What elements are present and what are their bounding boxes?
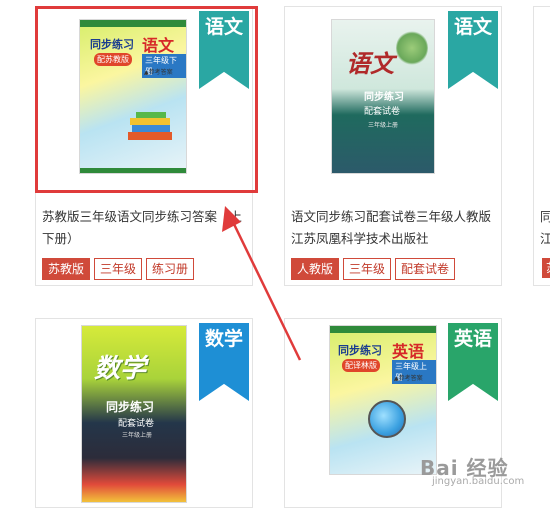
book-card-3[interactable]: 数学 同步练习 配套试卷 三年级上册 数学 [35,318,253,508]
cover-sub2: 配套试卷 [364,107,401,117]
selection-highlight [35,6,258,193]
book-cover-image: 语文 同步练习 配套试卷 三年级上册 [331,19,435,174]
book-card-2[interactable]: 语文 同步练习 配套试卷 三年级上册 语文 语文同步练习配套试卷三年级人教版江苏… [284,6,502,286]
cover-grade: 三年级上册 [122,432,153,439]
book-title[interactable]: 语文同步练习配套试卷三年级人教版江苏凤凰科学技术出版社 [291,206,501,250]
book-card-partial[interactable]: 同 江 苏 [533,6,550,286]
cover-subject: 英语 [392,342,425,361]
subject-ribbon: 数学 [199,323,249,401]
tag-edition[interactable]: 苏教版 [42,258,91,280]
globe-illustration [368,400,406,438]
watermark-url: jingyan.baidu.com [432,476,525,487]
book-thumbnail[interactable]: 语文 同步练习 配套试卷 三年级上册 语文 [285,7,501,197]
cover-header: 同步练习 [338,344,382,357]
cover-tag: 配译林版 [342,359,380,372]
cover-sub2: 配套试卷 [118,419,155,429]
tag-edition[interactable]: 人教版 [291,258,340,280]
tree-illustration [396,30,428,66]
cover-sub1: 同步练习 [106,400,155,414]
cover-note: ▲参考答案 [394,375,423,382]
tag-grade[interactable]: 三年级 [343,258,392,280]
cover-subject: 数学 [94,354,147,384]
cover-subject: 语文 [346,50,394,78]
book-thumbnail[interactable]: 数学 同步练习 配套试卷 三年级上册 数学 [36,319,252,509]
cover-grade: 三年级上册 [368,122,399,129]
tag-grade[interactable]: 三年级 [94,258,143,280]
tag-type[interactable]: 练习册 [146,258,195,280]
tag-type[interactable]: 配套试卷 [395,258,456,280]
tag-list: 人教版 三年级 配套试卷 [291,258,456,280]
subject-ribbon: 英语 [448,323,498,401]
tag-list: 苏教版 三年级 练习册 [42,258,195,280]
subject-ribbon: 语文 [448,11,498,89]
book-cover-image: 数学 同步练习 配套试卷 三年级上册 [81,325,187,503]
book-title[interactable]: 苏教版三年级语文同步练习答案（上下册） [42,206,252,250]
partial-tag: 苏 [542,258,550,278]
partial-title: 同 江 [540,209,550,246]
cover-sub1: 同步练习 [364,92,404,103]
